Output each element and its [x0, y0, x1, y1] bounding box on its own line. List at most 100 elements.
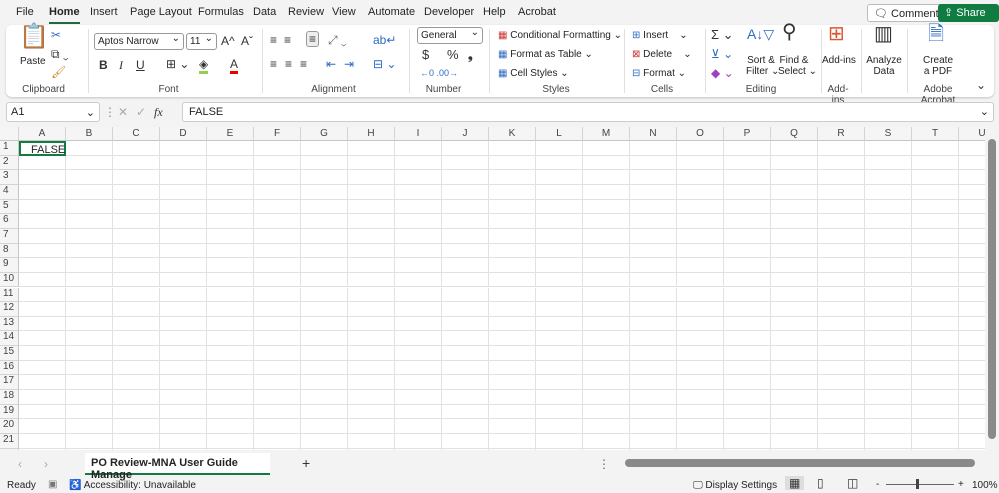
zoom-slider-thumb[interactable]	[916, 479, 919, 489]
conditional-formatting-button[interactable]: ▦ Conditional Formatting ⌄	[498, 30, 622, 41]
cell-S13[interactable]	[865, 316, 912, 332]
cell-Q20[interactable]	[771, 419, 818, 434]
cell-M18[interactable]	[583, 390, 630, 405]
cell-G7[interactable]	[301, 228, 348, 244]
cell-I2[interactable]	[395, 155, 442, 171]
cell-F14[interactable]	[254, 331, 301, 347]
cell-F5[interactable]	[254, 199, 301, 215]
cell-O2[interactable]	[677, 155, 724, 171]
cell-B10[interactable]	[66, 272, 113, 288]
tab-insert[interactable]: Insert	[90, 6, 118, 18]
cell-G14[interactable]	[301, 331, 348, 347]
cell-D15[interactable]	[160, 346, 207, 361]
share-button[interactable]: ⇪ Share ⌄	[938, 4, 999, 32]
cell-A14[interactable]	[19, 331, 66, 347]
formula-input[interactable]: FALSE ⌄	[182, 102, 994, 122]
cell-O7[interactable]	[677, 228, 724, 244]
row-header[interactable]: 9	[0, 258, 19, 273]
cell-I12[interactable]	[395, 302, 442, 317]
cell-E16[interactable]	[207, 360, 254, 376]
cell-T15[interactable]	[912, 346, 959, 361]
find-select-button[interactable]: Find & Select ⌄	[778, 55, 817, 77]
indent-icons[interactable]: ⇤⇥	[326, 57, 362, 71]
cell-P4[interactable]	[724, 184, 771, 200]
cell-S5[interactable]	[865, 199, 912, 215]
cell-B6[interactable]	[66, 214, 113, 229]
tab-automate[interactable]: Automate	[368, 6, 415, 18]
cell-A11[interactable]	[19, 287, 66, 303]
tab-formulas[interactable]: Formulas	[198, 6, 244, 18]
cell-N7[interactable]	[630, 228, 677, 244]
cell-B8[interactable]	[66, 243, 113, 259]
cell-Q14[interactable]	[771, 331, 818, 347]
cell-S8[interactable]	[865, 243, 912, 259]
cell-M7[interactable]	[583, 228, 630, 244]
font-name-combo[interactable]: Aptos Narrow	[94, 33, 184, 50]
cell-J4[interactable]	[442, 184, 489, 200]
cell-P6[interactable]	[724, 214, 771, 229]
cell-P19[interactable]	[724, 404, 771, 420]
cell-N21[interactable]	[630, 434, 677, 449]
scroll-thumb[interactable]	[625, 459, 975, 467]
cell-J14[interactable]	[442, 331, 489, 347]
cell-M4[interactable]	[583, 184, 630, 200]
cell-L9[interactable]	[536, 258, 583, 273]
cell-B7[interactable]	[66, 228, 113, 244]
row-header[interactable]: 5	[0, 199, 19, 215]
cell-U2[interactable]	[959, 156, 985, 171]
page-break-view-icon[interactable]: ◫	[847, 476, 858, 490]
cell-P11[interactable]	[724, 287, 771, 303]
column-header-T[interactable]: T	[912, 127, 959, 141]
row-header[interactable]: 1	[0, 141, 19, 156]
cell-T5[interactable]	[912, 199, 959, 215]
cell-H8[interactable]	[348, 243, 395, 259]
cell-N2[interactable]	[630, 155, 677, 171]
tab-file[interactable]: File	[16, 6, 34, 18]
cell-S18[interactable]	[865, 390, 912, 405]
cell-I22[interactable]	[395, 448, 442, 450]
cell-B14[interactable]	[66, 331, 113, 347]
cell-K19[interactable]	[489, 404, 536, 420]
cell-G11[interactable]	[301, 287, 348, 303]
cell-F9[interactable]	[254, 258, 301, 273]
cell-B4[interactable]	[66, 184, 113, 200]
cell-L6[interactable]	[536, 214, 583, 229]
column-header-G[interactable]: G	[301, 127, 348, 141]
cell-E3[interactable]	[207, 170, 254, 185]
cell-J22[interactable]	[442, 448, 489, 450]
cell-M5[interactable]	[583, 199, 630, 215]
cell-M14[interactable]	[583, 331, 630, 347]
tab-developer[interactable]: Developer	[424, 6, 474, 18]
cell-E2[interactable]	[207, 155, 254, 171]
cell-O5[interactable]	[677, 199, 724, 215]
cell-S6[interactable]	[865, 214, 912, 229]
cell-J18[interactable]	[442, 390, 489, 405]
cell-N9[interactable]	[630, 258, 677, 273]
cell-A12[interactable]	[19, 302, 66, 317]
cell-T3[interactable]	[912, 170, 959, 185]
cell-F11[interactable]	[254, 287, 301, 303]
cell-P15[interactable]	[724, 346, 771, 361]
format-as-table-button[interactable]: ▦ Format as Table ⌄	[498, 49, 593, 60]
cell-L5[interactable]	[536, 199, 583, 215]
cell-R18[interactable]	[818, 390, 865, 405]
cell-N13[interactable]	[630, 316, 677, 332]
cell-O3[interactable]	[677, 170, 724, 185]
cell-A18[interactable]	[19, 390, 66, 405]
cell-S20[interactable]	[865, 419, 912, 434]
cell-D21[interactable]	[160, 434, 207, 449]
cell-S15[interactable]	[865, 346, 912, 361]
cell-K15[interactable]	[489, 346, 536, 361]
cell-M10[interactable]	[583, 272, 630, 288]
cell-H14[interactable]	[348, 331, 395, 347]
expand-formula-icon[interactable]: ⌄	[980, 105, 989, 118]
cell-M9[interactable]	[583, 258, 630, 273]
format-cells-button[interactable]: ⊟ Format ⌄	[632, 68, 686, 79]
delete-cells-button[interactable]: ⊠ Delete ⌄	[632, 49, 692, 60]
cell-C3[interactable]	[113, 170, 160, 185]
cell-P13[interactable]	[724, 316, 771, 332]
cell-E18[interactable]	[207, 390, 254, 405]
cell-D4[interactable]	[160, 184, 207, 200]
cell-G13[interactable]	[301, 316, 348, 332]
cell-A6[interactable]	[19, 214, 66, 229]
